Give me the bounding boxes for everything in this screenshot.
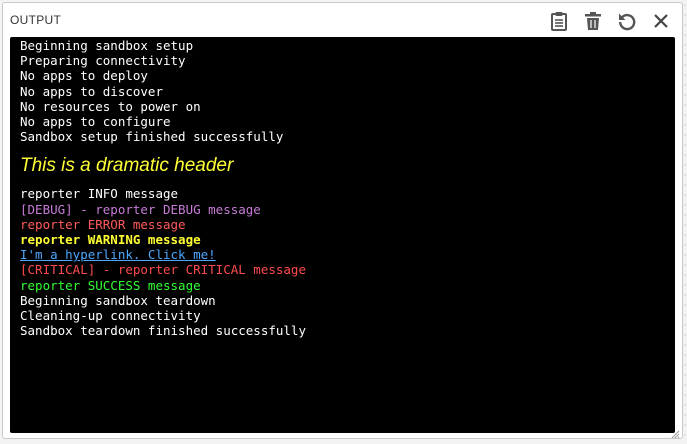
output-console[interactable]: Beginning sandbox setup Preparing connec… [10, 37, 675, 433]
info-message: reporter INFO message [20, 186, 179, 202]
log-line: Preparing connectivity [20, 53, 186, 69]
error-message: reporter ERROR message [20, 216, 186, 232]
debug-message: [DEBUG] - reporter DEBUG message [20, 201, 261, 217]
output-panel: OUTPUT Beginning sandbox setup Preparing… [2, 2, 683, 439]
log-line: No resources to power on [20, 98, 201, 114]
resize-handle[interactable] [670, 426, 680, 439]
dramatic-header: This is a dramatic header [20, 155, 234, 177]
panel-header: OUTPUT [3, 3, 682, 37]
success-message: reporter SUCCESS message [20, 277, 201, 293]
log-line: Sandbox teardown finished successfully [20, 323, 306, 339]
log-line: No apps to configure [20, 114, 171, 130]
clipboard-icon [550, 11, 568, 31]
clear-button[interactable] [580, 9, 606, 33]
hyperlink-message[interactable]: I'm a hyperlink. Click me! [20, 247, 675, 262]
refresh-button[interactable] [614, 9, 640, 33]
panel-title: OUTPUT [10, 13, 62, 27]
log-line: No apps to deploy [20, 68, 148, 84]
log-line: Beginning sandbox setup [20, 38, 194, 53]
copy-button[interactable] [546, 9, 572, 33]
critical-message: [CRITICAL] - reporter CRITICAL message [20, 262, 306, 278]
refresh-icon [617, 11, 637, 31]
warning-message: reporter WARNING message [20, 232, 201, 248]
log-line: Beginning sandbox teardown [20, 292, 216, 308]
log-line: No apps to discover [20, 83, 163, 99]
log-line: Cleaning-up connectivity [20, 308, 201, 324]
trash-icon [584, 11, 602, 31]
close-icon [653, 13, 669, 29]
panel-toolbar [546, 9, 674, 33]
log-line: Sandbox setup finished successfully [20, 129, 284, 145]
close-button[interactable] [648, 9, 674, 33]
